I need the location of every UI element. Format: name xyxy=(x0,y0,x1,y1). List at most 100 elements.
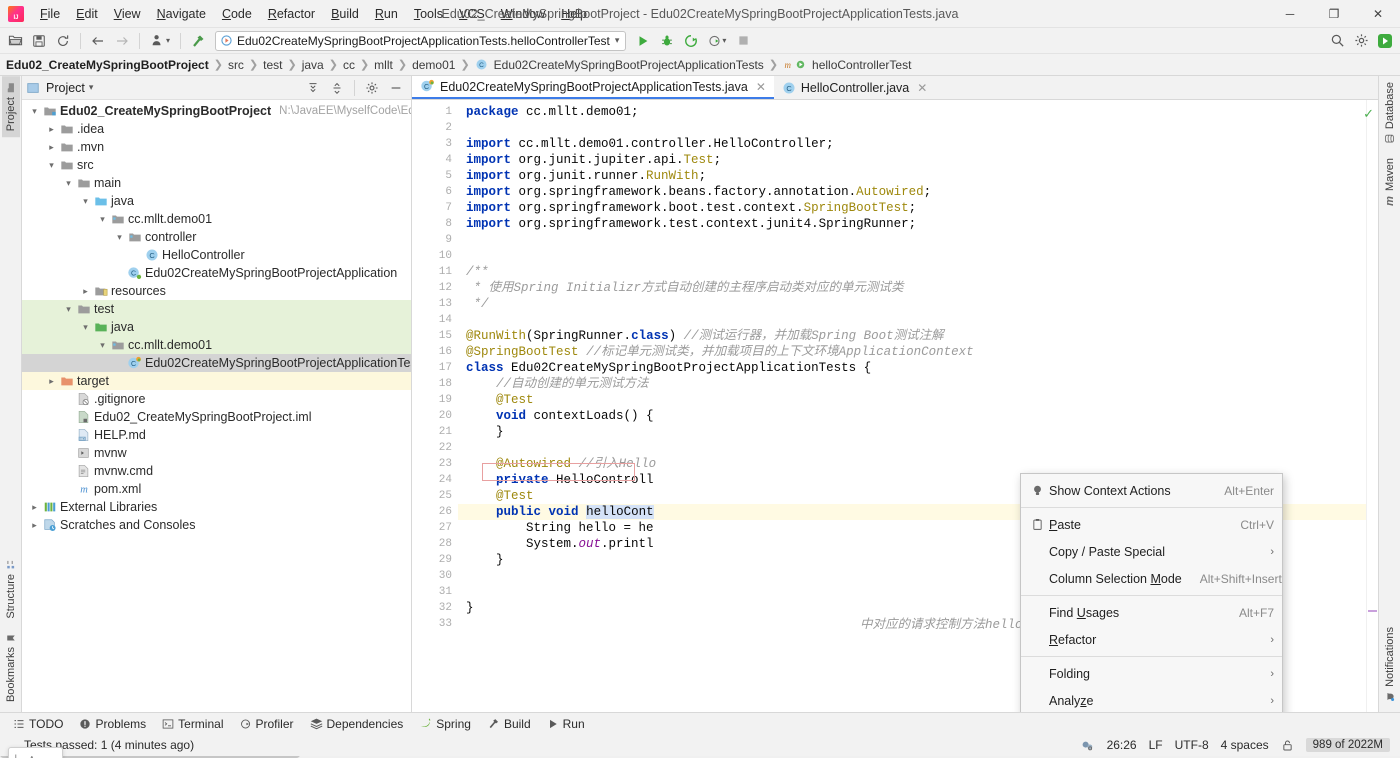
rail-tab-database[interactable]: Database xyxy=(1381,76,1399,150)
test-result-mini-popup[interactable]: | ∧ ⋯ xyxy=(8,747,63,758)
code-line-13[interactable]: */ xyxy=(458,296,1366,312)
tree-node-test[interactable]: ▾ test xyxy=(22,300,411,318)
line-number-2[interactable]: 2 xyxy=(412,120,458,136)
menu-code[interactable]: Code xyxy=(214,3,260,25)
rail-tab-project[interactable]: Project xyxy=(1,76,20,138)
line-number-12[interactable]: 12 xyxy=(412,280,458,296)
line-number-22[interactable]: 22 xyxy=(412,440,458,456)
breadcrumb-item-4[interactable]: cc xyxy=(343,58,355,72)
chevron-down-icon[interactable]: ▾ xyxy=(45,160,58,171)
chevron-right-icon[interactable]: ▸ xyxy=(28,502,41,513)
line-number-20[interactable]: 20 xyxy=(412,408,458,424)
lock-icon[interactable] xyxy=(1281,739,1294,752)
tree-node-external-libraries[interactable]: ▸ External Libraries xyxy=(22,498,411,516)
line-number-3[interactable]: 3 xyxy=(412,136,458,152)
tree-node-pom-xml[interactable]: m pom.xml xyxy=(22,480,411,498)
rail-tab-structure[interactable]: Structure xyxy=(2,554,20,625)
chevron-right-icon[interactable]: ▸ xyxy=(45,142,58,153)
editor-context-menu[interactable]: Show Context Actions Alt+Enter Paste Ctrl+V… xyxy=(1020,473,1283,712)
tree-node-src[interactable]: ▾ src xyxy=(22,156,411,174)
bottom-tool-dependencies[interactable]: Dependencies xyxy=(303,715,411,733)
code-line-1[interactable]: package cc.mllt.demo01; xyxy=(458,104,1366,120)
menu-navigate[interactable]: Navigate xyxy=(149,3,214,25)
line-number-5[interactable]: 5 xyxy=(412,168,458,184)
line-number-19[interactable]: 19 xyxy=(412,392,458,408)
tree-node-main[interactable]: ▾ main xyxy=(22,174,411,192)
caret-position[interactable]: 26:26 xyxy=(1107,738,1137,752)
context-menu-item-analyze[interactable]: Analyze › xyxy=(1021,687,1282,712)
tree-node--idea[interactable]: ▸ .idea xyxy=(22,120,411,138)
project-settings-icon[interactable] xyxy=(361,77,383,99)
line-number-11[interactable]: 11 xyxy=(412,264,458,280)
line-number-14[interactable]: 14 xyxy=(412,312,458,328)
tree-node-cc-mllt-demo01[interactable]: ▾ cc.mllt.demo01 xyxy=(22,210,411,228)
menu-file[interactable]: File xyxy=(32,3,68,25)
tree-node-hellocontroller[interactable]: C HelloController xyxy=(22,246,411,264)
project-tree[interactable]: ▾ Edu02_CreateMySpringBootProject N:\JavaE… xyxy=(22,100,411,712)
breadcrumb-item-5[interactable]: mllt xyxy=(374,58,393,72)
synchronize-icon[interactable] xyxy=(52,30,74,52)
bottom-tool-terminal[interactable]: Terminal xyxy=(155,715,230,733)
code-line-10[interactable] xyxy=(458,248,1366,264)
line-number-7[interactable]: 7 xyxy=(412,200,458,216)
menu-help[interactable]: Help xyxy=(553,3,595,25)
rail-tab-maven[interactable]: m Maven xyxy=(1381,152,1399,213)
line-number-25[interactable]: 25 xyxy=(412,488,458,504)
breadcrumb-item-1[interactable]: src xyxy=(228,58,244,72)
menu-refactor[interactable]: Refactor xyxy=(260,3,323,25)
line-number-17[interactable]: 17 xyxy=(412,360,458,376)
line-number-29[interactable]: 29 xyxy=(412,552,458,568)
code-line-3[interactable]: import cc.mllt.demo01.controller.HelloCo… xyxy=(458,136,1366,152)
line-number-26[interactable]: 26 xyxy=(412,504,458,520)
chevron-right-icon[interactable]: ▸ xyxy=(45,124,58,135)
chevron-down-icon[interactable]: ▾ xyxy=(96,214,109,225)
chevron-right-icon[interactable]: ▸ xyxy=(79,286,92,297)
ide-status-icon[interactable] xyxy=(1080,738,1095,753)
breadcrumb-item-6[interactable]: demo01 xyxy=(412,58,455,72)
line-number-16[interactable]: 16 xyxy=(412,344,458,360)
tree-node--mvn[interactable]: ▸ .mvn xyxy=(22,138,411,156)
line-separator[interactable]: LF xyxy=(1149,738,1163,752)
save-all-icon[interactable] xyxy=(28,30,50,52)
code-line-22[interactable] xyxy=(458,440,1366,456)
menu-tools[interactable]: Tools xyxy=(406,3,451,25)
tree-node-mvnw[interactable]: mvnw xyxy=(22,444,411,462)
line-number-13[interactable]: 13 xyxy=(412,296,458,312)
tree-node-controller[interactable]: ▾ controller xyxy=(22,228,411,246)
code-line-19[interactable]: @Test xyxy=(458,392,1366,408)
menu-view[interactable]: View xyxy=(106,3,149,25)
menu-vcs[interactable]: VCS xyxy=(451,3,493,25)
context-menu-item-paste[interactable]: Paste Ctrl+V xyxy=(1021,511,1282,538)
memory-indicator[interactable]: 989 of 2022M xyxy=(1305,738,1390,752)
minimize-button[interactable]: ─ xyxy=(1268,0,1312,28)
editor-tab-1[interactable]: C HelloController.java ✕ xyxy=(774,76,935,99)
collapse-all-icon[interactable] xyxy=(326,77,348,99)
code-line-16[interactable]: @SpringBootTest //标记单元测试类，并加载项目的上下文环境App… xyxy=(458,344,1366,360)
tree-node-mvnw-cmd[interactable]: mvnw.cmd xyxy=(22,462,411,480)
menu-build[interactable]: Build xyxy=(323,3,367,25)
menu-run[interactable]: Run xyxy=(367,3,406,25)
line-number-9[interactable]: 9 xyxy=(412,232,458,248)
code-line-15[interactable]: @RunWith(SpringRunner.class) //测试运行器，并加载… xyxy=(458,328,1366,344)
debug-button[interactable] xyxy=(656,30,678,52)
code-line-11[interactable]: /** xyxy=(458,264,1366,280)
chevron-down-icon[interactable]: ▾ xyxy=(62,304,75,315)
chevron-down-icon[interactable]: ▾ xyxy=(615,35,620,46)
line-number-gutter[interactable]: 1 2 3 4 5 6 7 8 9 10 11 12 13 14 15 16 17 18 19 20 21 22 23 24 2… xyxy=(412,100,458,712)
maximize-button[interactable]: ❐ xyxy=(1312,0,1356,28)
run-button[interactable] xyxy=(632,30,654,52)
line-number-18[interactable]: 18 xyxy=(412,376,458,392)
close-icon[interactable]: ✕ xyxy=(917,81,927,95)
context-menu-item-copy-paste-special[interactable]: Copy / Paste Special › xyxy=(1021,538,1282,565)
line-number-4[interactable]: 4 xyxy=(412,152,458,168)
context-menu-item-find-usages[interactable]: Find Usages Alt+F7 xyxy=(1021,599,1282,626)
menu-window[interactable]: Window xyxy=(493,3,553,25)
chevron-down-icon[interactable]: ▾ xyxy=(79,196,92,207)
code-line-6[interactable]: import org.springframework.beans.factory… xyxy=(458,184,1366,200)
line-number-21[interactable]: 21 xyxy=(412,424,458,440)
chevron-right-icon[interactable]: ▸ xyxy=(45,376,58,387)
line-number-33[interactable]: 33 xyxy=(412,616,458,632)
chevron-down-icon[interactable]: ▾ xyxy=(96,340,109,351)
code-line-23[interactable]: @Autowired //引入Hello xyxy=(458,456,1366,472)
bottom-tool-build[interactable]: Build xyxy=(480,715,538,733)
